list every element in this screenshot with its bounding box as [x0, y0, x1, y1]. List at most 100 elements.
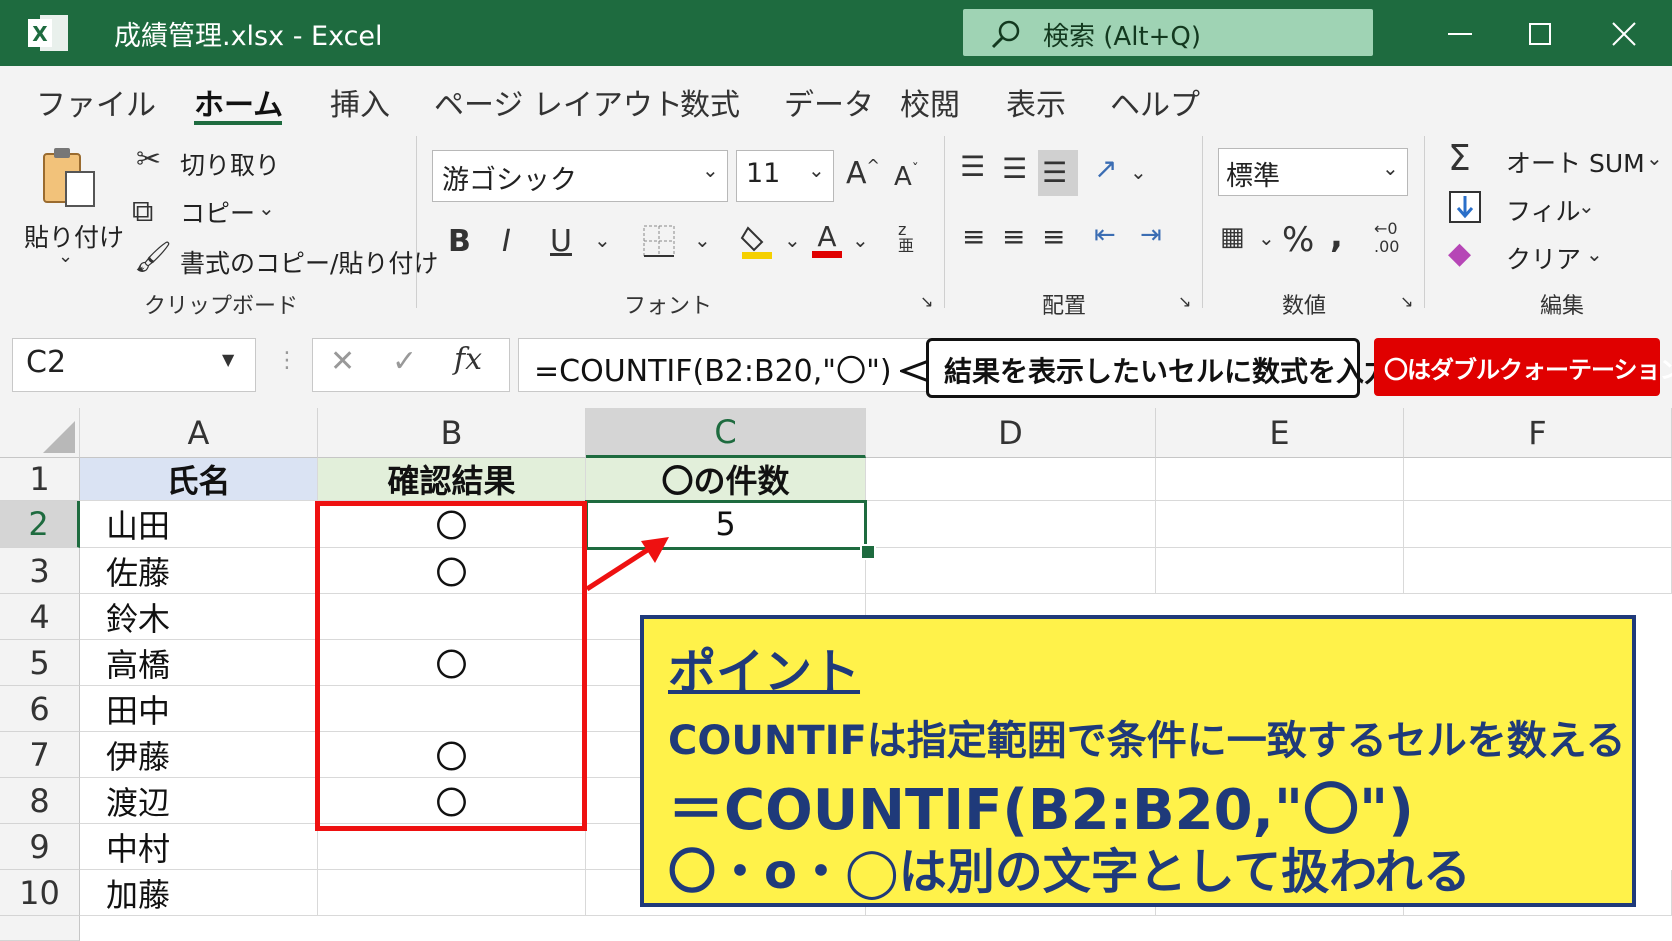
- dialog-launcher-icon[interactable]: ↘: [1178, 292, 1191, 311]
- row-header[interactable]: 8: [0, 778, 80, 824]
- tab-insert[interactable]: 挿入: [330, 80, 390, 124]
- cut-button-label[interactable]: 切り取り: [180, 146, 280, 182]
- format-painter-icon[interactable]: 🖌: [134, 240, 172, 275]
- tab-help[interactable]: ヘルプ: [1110, 80, 1200, 124]
- cell-b1[interactable]: 確認結果: [318, 458, 586, 501]
- fill-icon[interactable]: [1448, 190, 1482, 224]
- row-header[interactable]: 1: [0, 458, 80, 501]
- align-left-icon[interactable]: ≡: [962, 220, 985, 253]
- copy-icon[interactable]: ⧉: [132, 194, 153, 229]
- format-painter-label[interactable]: 書式のコピー/貼り付け: [180, 244, 438, 280]
- decrease-indent-icon[interactable]: ⇤: [1094, 220, 1116, 250]
- fill-label[interactable]: フィル: [1506, 192, 1581, 228]
- tab-file[interactable]: ファイル: [36, 80, 156, 124]
- column-header-b[interactable]: B: [318, 408, 586, 458]
- tab-data[interactable]: データ: [784, 80, 874, 124]
- tab-page-layout[interactable]: ページ レイアウト: [434, 80, 683, 124]
- middle-align-icon[interactable]: ☰: [1002, 152, 1027, 185]
- accounting-format-icon[interactable]: ▦: [1220, 222, 1245, 252]
- insert-function-icon[interactable]: fx: [454, 342, 482, 377]
- paste-icon[interactable]: [38, 144, 98, 208]
- cell-a8[interactable]: 渡辺: [80, 778, 318, 824]
- cell-d1[interactable]: [866, 458, 1156, 501]
- row-header[interactable]: 6: [0, 686, 80, 732]
- search-placeholder[interactable]: 検索 (Alt+Q): [1043, 16, 1201, 53]
- bold-icon[interactable]: B: [448, 224, 471, 259]
- cell-d2[interactable]: [866, 501, 1156, 548]
- cell-c1[interactable]: 〇の件数: [586, 458, 866, 501]
- row-header[interactable]: 10: [0, 870, 80, 916]
- chevron-down-icon[interactable]: ⌄: [1382, 156, 1399, 180]
- italic-icon[interactable]: I: [502, 224, 511, 259]
- cell-a6[interactable]: 田中: [80, 686, 318, 732]
- copy-button-label[interactable]: コピー: [180, 194, 255, 230]
- borders-icon[interactable]: [642, 224, 676, 258]
- chevron-down-icon[interactable]: ⌄: [784, 228, 801, 252]
- cell-a3[interactable]: 佐藤: [80, 548, 318, 594]
- increase-decimal-icon[interactable]: ←0.00: [1374, 220, 1399, 256]
- close-icon[interactable]: [1604, 14, 1644, 54]
- row-header[interactable]: 3: [0, 548, 80, 594]
- align-right-icon[interactable]: ≡: [1042, 220, 1065, 253]
- font-color-icon[interactable]: A: [810, 220, 844, 260]
- chevron-down-icon[interactable]: ⌄: [1258, 226, 1275, 250]
- cell-f2[interactable]: [1404, 501, 1672, 548]
- chevron-down-icon[interactable]: ⌄: [1646, 146, 1663, 170]
- dialog-launcher-icon[interactable]: ↘: [920, 292, 933, 311]
- column-header-a[interactable]: A: [80, 408, 318, 458]
- tab-formulas[interactable]: 数式: [680, 80, 740, 124]
- scissors-icon[interactable]: ✂: [136, 142, 161, 177]
- dialog-launcher-icon[interactable]: ↘: [1400, 292, 1413, 311]
- row-header[interactable]: 4: [0, 594, 80, 640]
- tab-view[interactable]: 表示: [1006, 80, 1066, 124]
- comma-style-icon[interactable]: ,: [1330, 216, 1343, 256]
- cell-e3[interactable]: [1156, 548, 1404, 594]
- cell-a10[interactable]: 加藤: [80, 870, 318, 916]
- align-center-icon[interactable]: ≡: [1002, 220, 1025, 253]
- chevron-down-icon[interactable]: ⌄: [1130, 160, 1147, 184]
- clear-label[interactable]: クリア: [1506, 240, 1581, 276]
- underline-icon[interactable]: U: [550, 224, 572, 259]
- column-header-e[interactable]: E: [1156, 408, 1404, 458]
- autosum-icon[interactable]: Σ: [1448, 138, 1471, 179]
- chevron-down-icon[interactable]: ⌄: [258, 196, 275, 220]
- decrease-font-size-icon[interactable]: Aˇ: [894, 162, 919, 192]
- chevron-down-icon[interactable]: ⌄: [808, 158, 825, 182]
- orientation-icon[interactable]: ↗: [1094, 152, 1117, 185]
- chevron-down-icon[interactable]: ⌄: [702, 158, 719, 182]
- column-header-f[interactable]: F: [1404, 408, 1672, 458]
- cell-a4[interactable]: 鈴木: [80, 594, 318, 640]
- chevron-down-icon[interactable]: ⌄: [1586, 242, 1603, 266]
- row-header[interactable]: 2: [0, 501, 80, 548]
- percent-style-icon[interactable]: %: [1282, 220, 1314, 260]
- cell-f1[interactable]: [1404, 458, 1672, 501]
- fill-handle[interactable]: [860, 544, 876, 560]
- autosum-label[interactable]: オート SUM: [1506, 144, 1645, 180]
- increase-font-size-icon[interactable]: A^: [846, 156, 880, 191]
- cancel-icon[interactable]: ✕: [330, 344, 355, 379]
- chevron-down-icon[interactable]: ⌄: [594, 228, 611, 252]
- chevron-down-icon[interactable]: ⌄: [1578, 194, 1595, 218]
- chevron-down-icon[interactable]: ⌄: [694, 228, 711, 252]
- cell-d3[interactable]: [866, 548, 1156, 594]
- column-header-d[interactable]: D: [866, 408, 1156, 458]
- fill-color-icon[interactable]: [740, 222, 774, 260]
- cell-a5[interactable]: 高橋: [80, 640, 318, 686]
- cell-a1[interactable]: 氏名: [80, 458, 318, 501]
- tab-home[interactable]: ホーム: [194, 80, 283, 124]
- select-all-corner[interactable]: [0, 408, 80, 458]
- top-align-icon[interactable]: ☰: [960, 150, 985, 183]
- enter-check-icon[interactable]: ✓: [392, 344, 417, 379]
- bottom-align-icon[interactable]: ☰: [1042, 156, 1067, 189]
- chevron-down-icon[interactable]: ⌄: [58, 246, 73, 267]
- chevron-down-icon[interactable]: ⌄: [852, 228, 869, 252]
- paste-button-label[interactable]: 貼り付け: [24, 218, 124, 254]
- name-box-dropdown-icon[interactable]: ▼: [222, 350, 234, 369]
- row-header[interactable]: 5: [0, 640, 80, 686]
- tab-review[interactable]: 校閲: [900, 80, 960, 124]
- phonetic-guide-icon[interactable]: z亜: [898, 222, 914, 254]
- minimize-icon[interactable]: [1440, 14, 1480, 54]
- cell-e2[interactable]: [1156, 501, 1404, 548]
- more-options-icon[interactable]: ⋮: [276, 348, 298, 373]
- cell-e1[interactable]: [1156, 458, 1404, 501]
